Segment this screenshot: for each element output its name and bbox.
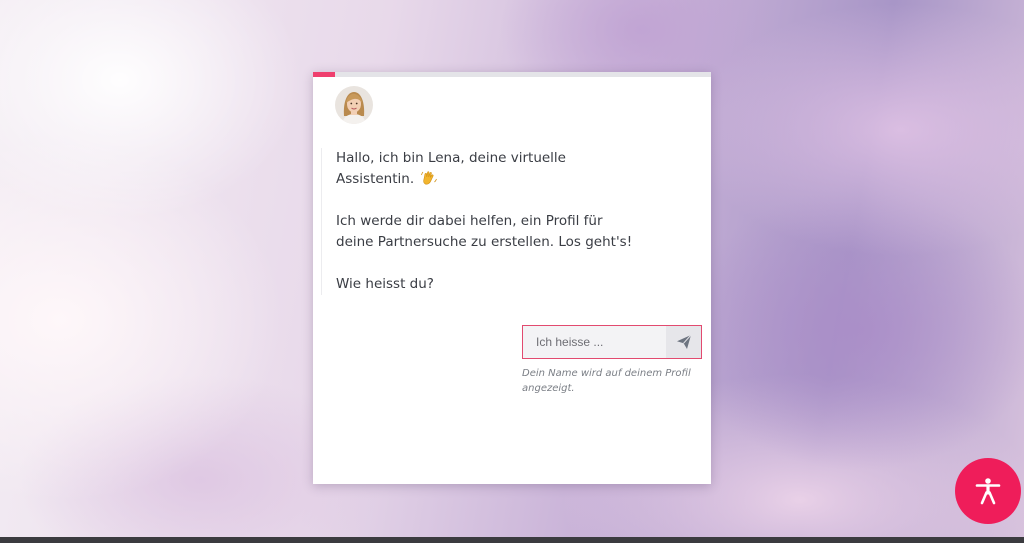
paper-plane-icon xyxy=(676,334,691,349)
woman-avatar-icon xyxy=(335,86,373,124)
send-button[interactable] xyxy=(666,326,701,358)
help-line-2: deine Partnersuche zu erstellen. Los geh… xyxy=(336,234,633,250)
help-paragraph: Ich werde dir dabei helfen, ein Profil f… xyxy=(336,211,656,253)
help-line-1: Ich werde dir dabei helfen, ein Profil f… xyxy=(336,213,603,229)
name-question: Wie heisst du? xyxy=(336,276,434,292)
chat-card: Hallo, ich bin Lena, deine virtuelle Ass… xyxy=(313,72,711,484)
assistant-avatar xyxy=(335,86,373,124)
waving-hand-icon xyxy=(420,170,438,186)
greeting-paragraph: Hallo, ich bin Lena, deine virtuelle Ass… xyxy=(336,148,656,190)
accessibility-person-icon xyxy=(975,478,1001,505)
greeting-line-1: Hallo, ich bin Lena, deine virtuelle xyxy=(336,150,566,166)
question-paragraph: Wie heisst du? xyxy=(336,274,656,295)
progress-track xyxy=(313,72,711,77)
name-input[interactable] xyxy=(523,326,666,358)
accessibility-button[interactable] xyxy=(955,458,1021,524)
name-form xyxy=(522,325,702,359)
bottom-bar xyxy=(0,537,1024,543)
name-hint: Dein Name wird auf deinem Profil angezei… xyxy=(522,368,691,394)
assistant-message: Hallo, ich bin Lena, deine virtuelle Ass… xyxy=(321,148,656,295)
progress-fill xyxy=(313,72,335,77)
greeting-line-2: Assistentin. xyxy=(336,171,415,187)
